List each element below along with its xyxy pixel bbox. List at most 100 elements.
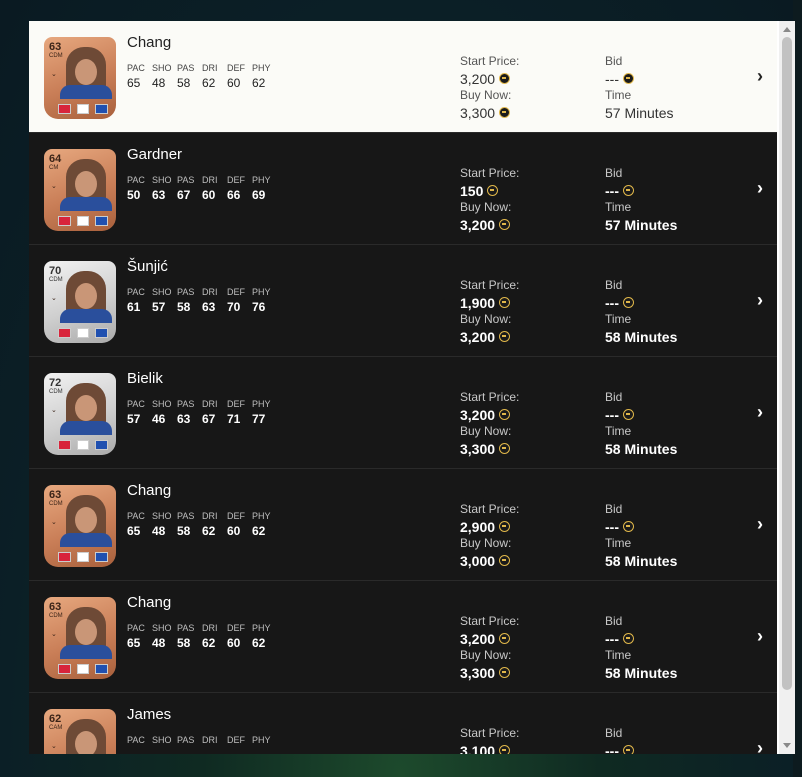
chevron-right-icon[interactable]: › [757,290,763,311]
chevron-right-icon[interactable]: › [757,402,763,423]
stat-def: DEF 71 [227,399,252,426]
transfer-list: 63 CDM ⌄ Chang PAC 65 SHO 48 PAS 58 DRI 62 DEF 60 PHY 6… [29,21,777,754]
stat-def: DEF 66 [227,175,252,202]
list-item[interactable]: 64 CM ⌄ Gardner PAC 50 SHO 63 PAS 67 DRI 60 DEF 66 PHY… [29,133,777,245]
coin-icon [623,633,634,644]
chevron-right-icon[interactable]: › [757,178,763,199]
stat-value: 63 [177,412,191,426]
price-column: Start Price: 3,200 Buy Now: 3,300 [460,390,600,458]
card-rating: 72 [49,377,62,389]
buy-now-text: 3,300 [460,104,496,121]
nation-flag-icon [58,328,71,338]
stat-phy: PHY 77 [252,399,277,426]
stat-value: 58 [177,524,191,538]
scrollbar-thumb[interactable] [782,37,792,690]
player-shirt [60,645,112,659]
buy-now-value: 3,000 [460,551,600,570]
list-item[interactable]: 62 CAM ⌄ James PAC SHO PAS DRI DEF PHY Start Price… [29,693,777,754]
stat-pas: PAS 63 [177,399,202,426]
nation-flag-icon [58,216,71,226]
coin-icon [499,73,511,84]
stat-value: 58 [177,76,191,90]
scroll-down-arrow-icon[interactable] [783,743,791,748]
card-position: CM [49,165,59,171]
stat-value: 60 [227,524,241,538]
buy-now-label: Buy Now: [460,424,512,438]
player-stats: PAC 65 SHO 48 PAS 58 DRI 62 DEF 60 PHY 62 [127,511,277,538]
stat-label: PHY [252,287,271,297]
league-icon [76,664,90,674]
stat-label: DRI [202,63,218,73]
start-price-label: Start Price: [460,166,520,180]
stat-def: DEF 60 [227,623,252,650]
card-position: CAM [49,725,63,731]
scrollbar[interactable] [779,21,795,754]
list-item[interactable]: 63 CDM ⌄ Chang PAC 65 SHO 48 PAS 58 DRI 62 DEF 60 PHY 6… [29,469,777,581]
chevron-right-icon[interactable]: › [757,66,763,87]
club-badge-icon [95,104,109,114]
stat-sho: SHO 57 [152,287,177,314]
time-label: Time [605,312,632,326]
card-rating: 63 [49,489,62,501]
stat-value: 57 [127,412,141,426]
player-card: 63 CDM ⌄ [44,597,116,679]
card-rating: 63 [49,601,62,613]
start-price-text: 1,900 [460,294,496,311]
price-column: Start Price: 150 Buy Now: 3,200 [460,166,600,234]
start-price-label: Start Price: [460,390,520,404]
stat-def: DEF [227,735,252,748]
stat-value: 48 [152,76,166,90]
scroll-up-arrow-icon[interactable] [783,27,791,32]
club-badge-icon [95,216,109,226]
chemistry-icon: ⌄ [51,407,57,414]
start-price-value: 3,100 [460,741,600,754]
stat-value: 60 [227,76,241,90]
start-price-value: 2,900 [460,517,600,536]
list-item[interactable]: 72 CDM ⌄ Bielik PAC 57 SHO 46 PAS 63 DRI 67 DEF 71 PHY… [29,357,777,469]
stat-label: PAS [177,735,195,745]
start-price-label: Start Price: [460,726,520,740]
list-item[interactable]: 63 CDM ⌄ Chang PAC 65 SHO 48 PAS 58 DRI 62 DEF 60 PHY 6… [29,21,777,133]
price-column: Start Price: 3,200 Buy Now: 3,300 [460,54,600,122]
stat-value: 61 [127,300,141,314]
card-position: CDM [49,501,63,507]
card-badges [58,664,109,674]
start-price-label: Start Price: [460,278,520,292]
buy-now-text: 3,200 [460,328,496,345]
stat-phy: PHY 62 [252,511,277,538]
bid-column: Bid---Time [605,726,745,754]
buy-now-text: 3,200 [460,216,496,233]
stat-pac: PAC 50 [127,175,152,202]
chevron-right-icon[interactable]: › [757,514,763,535]
list-item[interactable]: 70 CDM ⌄ Šunjić PAC 61 SHO 57 PAS 58 DRI 63 DEF 70 PHY… [29,245,777,357]
stat-value: 58 [177,636,191,650]
bid-value: --- [605,405,745,424]
time-remaining: 58 Minutes [605,328,678,345]
league-icon [76,328,90,338]
stat-value: 70 [227,300,241,314]
stat-def: DEF 60 [227,511,252,538]
stat-label: PHY [252,175,271,185]
time-label: Time [605,536,632,550]
list-item[interactable]: 63 CDM ⌄ Chang PAC 65 SHO 48 PAS 58 DRI 62 DEF 60 PHY 6… [29,581,777,693]
stat-value: 62 [202,524,216,538]
buy-now-text: 3,300 [460,440,496,457]
buy-now-value: 3,200 [460,327,600,346]
club-badge-icon [95,328,109,338]
league-icon [76,216,90,226]
stat-label: DEF [227,63,245,73]
chevron-right-icon[interactable]: › [757,626,763,647]
player-shirt [60,309,112,323]
coin-icon [499,297,511,308]
chevron-right-icon[interactable]: › [757,738,763,754]
start-price-text: 3,100 [460,742,496,755]
player-card: 70 CDM ⌄ [44,261,116,343]
stat-value: 58 [177,300,191,314]
bid-label: Bid [605,166,623,180]
time-remaining: 58 Minutes [605,664,678,681]
stat-label: PAC [127,63,145,73]
chemistry-icon: ⌄ [51,295,57,302]
card-position: CDM [49,389,63,395]
stat-label: PHY [252,511,271,521]
stat-value: 62 [252,524,266,538]
